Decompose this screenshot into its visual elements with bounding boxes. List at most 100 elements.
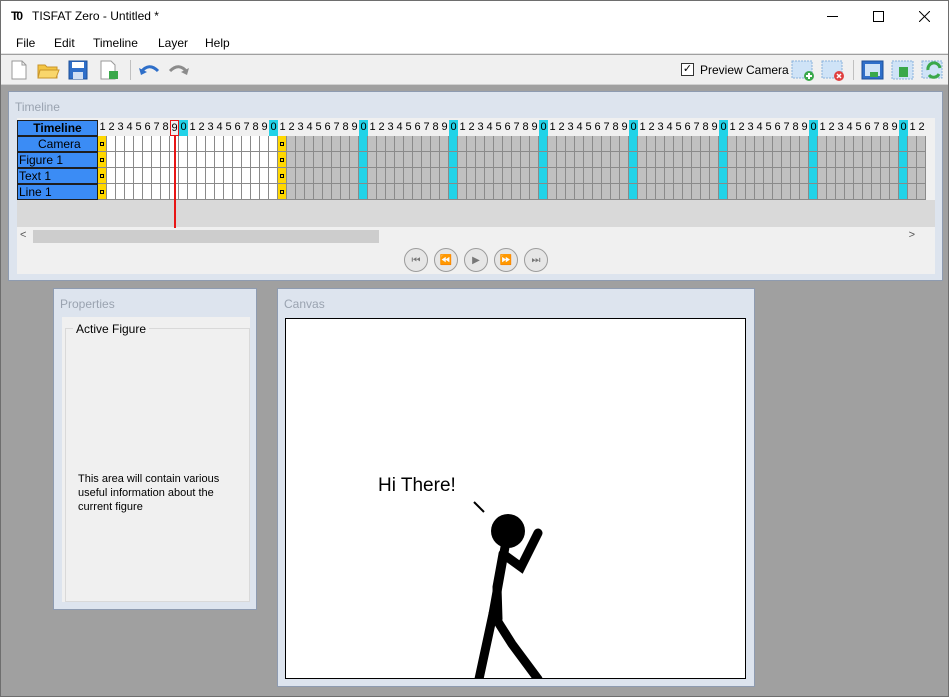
frame-number[interactable]: 1 <box>818 120 827 136</box>
frame-cell[interactable] <box>692 136 701 152</box>
frame-cell[interactable] <box>530 184 539 200</box>
frame-cell[interactable] <box>260 152 269 168</box>
frame-number[interactable]: 7 <box>782 120 791 136</box>
play-button[interactable]: ▶ <box>464 248 488 272</box>
frame-cell[interactable] <box>422 152 431 168</box>
frame-cell[interactable] <box>908 152 917 168</box>
frame-cell[interactable] <box>143 136 152 152</box>
frame-cell[interactable] <box>719 152 728 168</box>
frame-cell[interactable] <box>530 136 539 152</box>
frame-cell[interactable] <box>899 168 908 184</box>
keyframe-cell[interactable] <box>278 136 287 152</box>
frame-cell[interactable] <box>125 184 134 200</box>
stick-figure[interactable] <box>474 514 543 679</box>
frame-cell[interactable] <box>791 168 800 184</box>
frame-cell[interactable] <box>215 152 224 168</box>
frame-number[interactable]: 3 <box>386 120 395 136</box>
frame-cell[interactable] <box>710 184 719 200</box>
frame-number[interactable]: 5 <box>134 120 143 136</box>
frame-cell[interactable] <box>251 184 260 200</box>
frame-number[interactable]: 4 <box>125 120 134 136</box>
frame-cell[interactable] <box>350 184 359 200</box>
frame-cell[interactable] <box>593 136 602 152</box>
frame-cell[interactable] <box>413 152 422 168</box>
menu-file[interactable]: File <box>16 36 35 50</box>
frame-cell[interactable] <box>449 136 458 152</box>
frame-cell[interactable] <box>341 136 350 152</box>
frame-cell[interactable] <box>269 152 278 168</box>
frame-number[interactable]: 4 <box>485 120 494 136</box>
frame-cell[interactable] <box>899 136 908 152</box>
frame-cell[interactable] <box>764 152 773 168</box>
frame-cell[interactable] <box>548 152 557 168</box>
frame-number[interactable]: 4 <box>845 120 854 136</box>
frame-cell[interactable] <box>314 184 323 200</box>
frame-cell[interactable] <box>449 152 458 168</box>
frame-number[interactable]: 3 <box>566 120 575 136</box>
frame-cell[interactable] <box>296 184 305 200</box>
frame-cell[interactable] <box>395 136 404 152</box>
frame-number[interactable]: 9 <box>260 120 269 136</box>
frame-cell[interactable] <box>728 152 737 168</box>
frame-cell[interactable] <box>179 168 188 184</box>
menu-help[interactable]: Help <box>205 36 230 50</box>
frame-number[interactable]: 4 <box>395 120 404 136</box>
frame-cell[interactable] <box>260 136 269 152</box>
frame-cell[interactable] <box>395 152 404 168</box>
frame-number[interactable]: 1 <box>368 120 377 136</box>
frame-cell[interactable] <box>557 168 566 184</box>
frame-cell[interactable] <box>890 168 899 184</box>
frame-cell[interactable] <box>863 184 872 200</box>
menu-timeline[interactable]: Timeline <box>93 36 138 50</box>
frame-cell[interactable] <box>116 136 125 152</box>
frame-number[interactable]: 6 <box>863 120 872 136</box>
frame-number[interactable]: 1 <box>98 120 107 136</box>
frame-cell[interactable] <box>611 184 620 200</box>
frame-cell[interactable] <box>224 136 233 152</box>
frame-cell[interactable] <box>494 152 503 168</box>
frame-cell[interactable] <box>368 184 377 200</box>
frame-cell[interactable] <box>242 168 251 184</box>
frame-cell[interactable] <box>701 152 710 168</box>
frame-cell[interactable] <box>368 168 377 184</box>
frame-cell[interactable] <box>863 152 872 168</box>
frame-cell[interactable] <box>224 152 233 168</box>
frame-cell[interactable] <box>242 152 251 168</box>
frame-cell[interactable] <box>152 136 161 152</box>
frame-cell[interactable] <box>620 168 629 184</box>
frame-cell[interactable] <box>629 152 638 168</box>
frame-cell[interactable] <box>233 184 242 200</box>
frame-cell[interactable] <box>602 184 611 200</box>
frame-cell[interactable] <box>791 184 800 200</box>
frame-cell[interactable] <box>827 136 836 152</box>
frame-cell[interactable] <box>386 136 395 152</box>
keyframe-cell[interactable] <box>98 168 107 184</box>
frame-cell[interactable] <box>863 136 872 152</box>
frame-number[interactable]: 6 <box>323 120 332 136</box>
frame-cell[interactable] <box>296 168 305 184</box>
frame-cell[interactable] <box>566 168 575 184</box>
frame-cell[interactable] <box>566 152 575 168</box>
frame-cell[interactable] <box>818 168 827 184</box>
frame-cell[interactable] <box>323 152 332 168</box>
frame-number[interactable]: 7 <box>242 120 251 136</box>
frame-cell[interactable] <box>872 168 881 184</box>
frame-cell[interactable] <box>134 152 143 168</box>
frame-cell[interactable] <box>368 136 377 152</box>
frame-number[interactable]: 9 <box>710 120 719 136</box>
frame-cell[interactable] <box>584 136 593 152</box>
frame-cell[interactable] <box>683 136 692 152</box>
frame-cell[interactable] <box>512 168 521 184</box>
frame-cell[interactable] <box>701 168 710 184</box>
frame-cell[interactable] <box>476 152 485 168</box>
frame-cell[interactable] <box>575 136 584 152</box>
frame-cell[interactable] <box>908 168 917 184</box>
frame-cell[interactable] <box>458 168 467 184</box>
frame-cell[interactable] <box>881 168 890 184</box>
frame-cell[interactable] <box>818 152 827 168</box>
frame-cell[interactable] <box>206 168 215 184</box>
frame-cell[interactable] <box>737 152 746 168</box>
frame-cell[interactable] <box>206 184 215 200</box>
frame-cell[interactable] <box>341 168 350 184</box>
frame-cell[interactable] <box>161 184 170 200</box>
